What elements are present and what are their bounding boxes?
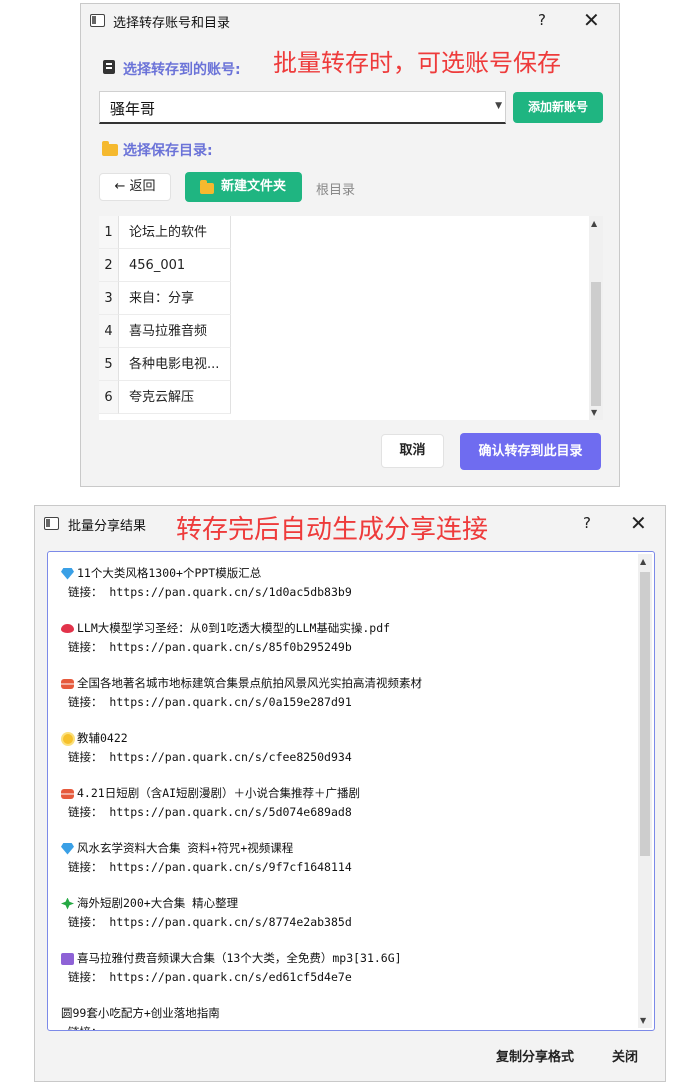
entry-link[interactable]: 链接： https://pan.quark.cn/s/cfee8250d934 xyxy=(61,748,631,767)
close-button[interactable]: 关闭 xyxy=(612,1046,638,1065)
result-entry: 海外短剧200+大合集 精心整理 链接： https://pan.quark.c… xyxy=(61,894,631,949)
scroll-down-icon[interactable]: ▼ xyxy=(640,1016,646,1025)
table-row[interactable]: 6 夸克云解压 xyxy=(99,381,231,414)
close-window-button[interactable]: ✕ xyxy=(583,10,600,30)
entry-link[interactable]: 链接： https://pan.quark.cn/s/0a159e287d91 xyxy=(61,693,631,712)
entry-link[interactable]: 链接： https://pan.quark.cn/s/85f0b295249b xyxy=(61,638,631,657)
folder-name: 456_001 xyxy=(119,249,231,282)
entry-title: 教辅0422 xyxy=(77,731,128,745)
result-entry: 风水玄学资料大合集 资料+符咒+视频课程 链接： https://pan.qua… xyxy=(61,839,631,894)
breadcrumb-root[interactable]: 根目录 xyxy=(316,179,355,198)
table-row[interactable]: 4 喜马拉雅音频 xyxy=(99,315,231,348)
folder-table: 1 论坛上的软件 2 456_001 3 来自：分享 4 喜马拉雅音频 5 各种… xyxy=(99,216,603,420)
folder-icon xyxy=(200,180,214,194)
share-results-text[interactable]: 11个大类风格1300+个PPT模版汇总 链接： https://pan.qua… xyxy=(47,551,655,1031)
table-row[interactable]: 3 来自：分享 xyxy=(99,282,231,315)
partial-entry-link: 链接： xyxy=(61,1023,631,1030)
result-entry: LLM大模型学习圣经：从0到1吃透大模型的LLM基础实操.pdf 链接： htt… xyxy=(61,619,631,674)
app-window-icon xyxy=(90,14,105,27)
folder-name: 喜马拉雅音频 xyxy=(119,315,231,348)
folder-icon xyxy=(102,141,118,156)
result-entry: 全国各地著名城市地标建筑合集景点航拍风景风光实拍高清视频素材 链接： https… xyxy=(61,674,631,729)
scroll-down-icon[interactable]: ▼ xyxy=(591,408,597,417)
table-row[interactable]: 2 456_001 xyxy=(99,249,231,282)
help-button[interactable]: ? xyxy=(538,11,546,29)
sun-icon xyxy=(63,733,73,744)
result-entry: 喜马拉雅付费音频课大合集（13个大类，全免费）mp3[31.6G] 链接： ht… xyxy=(61,949,631,1004)
confirm-save-button[interactable]: 确认转存到此目录 xyxy=(460,433,601,470)
scroll-thumb[interactable] xyxy=(640,572,650,856)
result-entry: 4.21日短剧（含AI短剧漫剧）＋小说合集推荐＋广播剧 链接： https://… xyxy=(61,784,631,839)
back-button[interactable]: ← 返回 xyxy=(99,173,171,201)
window-title: 选择转存账号和目录 xyxy=(113,16,231,31)
select-account-dialog: 选择转存账号和目录 ? ✕ 批量转存时，可选账号保存 选择转存到的账号: 骚年哥… xyxy=(80,3,620,487)
entry-title: 11个大类风格1300+个PPT模版汇总 xyxy=(77,566,262,580)
add-account-button[interactable]: 添加新账号 xyxy=(513,92,603,123)
vertical-scrollbar[interactable]: ▲ ▼ xyxy=(589,216,603,420)
row-number: 1 xyxy=(99,216,119,249)
window-title: 批量分享结果 xyxy=(68,519,147,534)
diamond-icon xyxy=(61,842,74,855)
table-row[interactable]: 5 各种电影电视... xyxy=(99,348,231,381)
entry-title: 海外短剧200+大合集 精心整理 xyxy=(77,896,239,910)
row-number: 3 xyxy=(99,282,119,315)
entry-link[interactable]: 链接： https://pan.quark.cn/s/8774e2ab385d xyxy=(61,913,631,932)
scroll-up-icon[interactable]: ▲ xyxy=(640,557,646,566)
vertical-scrollbar[interactable]: ▲ ▼ xyxy=(638,554,652,1028)
account-label: 选择转存到的账号: xyxy=(123,62,241,78)
account-select[interactable]: 骚年哥 ▼ xyxy=(99,91,506,124)
lips-icon xyxy=(61,624,74,633)
result-entry: 11个大类风格1300+个PPT模版汇总 链接： https://pan.qua… xyxy=(61,564,631,619)
sushi-icon xyxy=(61,788,74,799)
partial-entry-title: 圆99套小吃配方+创业落地指南 xyxy=(61,1006,220,1020)
row-number: 2 xyxy=(99,249,119,282)
folder-name: 来自：分享 xyxy=(119,282,231,315)
row-number: 4 xyxy=(99,315,119,348)
clover-icon xyxy=(61,897,74,910)
share-results-dialog: 批量分享结果 ? ✕ 转存完后自动生成分享连接 11个大类风格1300+个PPT… xyxy=(34,505,666,1082)
entry-title: 喜马拉雅付费音频课大合集（13个大类，全免费）mp3[31.6G] xyxy=(77,951,402,965)
entry-title: LLM大模型学习圣经：从0到1吃透大模型的LLM基础实操.pdf xyxy=(77,621,391,635)
result-entry: 教辅0422 链接： https://pan.quark.cn/s/cfee82… xyxy=(61,729,631,784)
entry-link[interactable]: 链接： https://pan.quark.cn/s/1d0ac5db83b9 xyxy=(61,583,631,602)
entry-title: 全国各地著名城市地标建筑合集景点航拍风景风光实拍高清视频素材 xyxy=(77,676,422,690)
entry-link[interactable]: 链接： https://pan.quark.cn/s/9f7cf1648114 xyxy=(61,858,631,877)
new-folder-button[interactable]: 新建文件夹 xyxy=(185,172,302,202)
row-number: 6 xyxy=(99,381,119,414)
folder-name: 论坛上的软件 xyxy=(119,216,231,249)
folder-name: 夸克云解压 xyxy=(119,381,231,414)
copy-share-format-button[interactable]: 复制分享格式 xyxy=(496,1046,574,1065)
entry-title: 4.21日短剧（含AI短剧漫剧）＋小说合集推荐＋广播剧 xyxy=(77,786,361,800)
table-row[interactable]: 1 论坛上的软件 xyxy=(99,216,231,249)
new-folder-label: 新建文件夹 xyxy=(221,179,287,194)
annotation-text: 批量转存时，可选账号保存 xyxy=(273,49,561,77)
chevron-down-icon: ▼ xyxy=(495,101,502,111)
sushi-icon xyxy=(61,678,74,689)
account-select-value: 骚年哥 xyxy=(110,100,156,118)
account-book-icon xyxy=(103,60,115,74)
row-number: 5 xyxy=(99,348,119,381)
entry-link[interactable]: 链接： https://pan.quark.cn/s/ed61cf5d4e7e xyxy=(61,968,631,987)
close-window-button[interactable]: ✕ xyxy=(630,513,647,533)
folder-name: 各种电影电视... xyxy=(119,348,231,381)
annotation-text: 转存完后自动生成分享连接 xyxy=(176,515,489,545)
entry-title: 风水玄学资料大合集 资料+符咒+视频课程 xyxy=(77,841,294,855)
app-window-icon xyxy=(44,517,59,530)
purple-square-icon xyxy=(61,952,74,965)
diamond-icon xyxy=(61,567,74,580)
help-button[interactable]: ? xyxy=(583,514,591,532)
entry-link[interactable]: 链接： https://pan.quark.cn/s/5d074e689ad8 xyxy=(61,803,631,822)
cancel-button[interactable]: 取消 xyxy=(381,434,444,468)
results-list: 11个大类风格1300+个PPT模版汇总 链接： https://pan.qua… xyxy=(61,564,631,1030)
scroll-up-icon[interactable]: ▲ xyxy=(591,219,597,228)
scroll-thumb[interactable] xyxy=(591,282,601,406)
directory-label: 选择保存目录: xyxy=(123,143,213,159)
title-bar: 选择转存账号和目录 ? ✕ xyxy=(81,4,619,36)
